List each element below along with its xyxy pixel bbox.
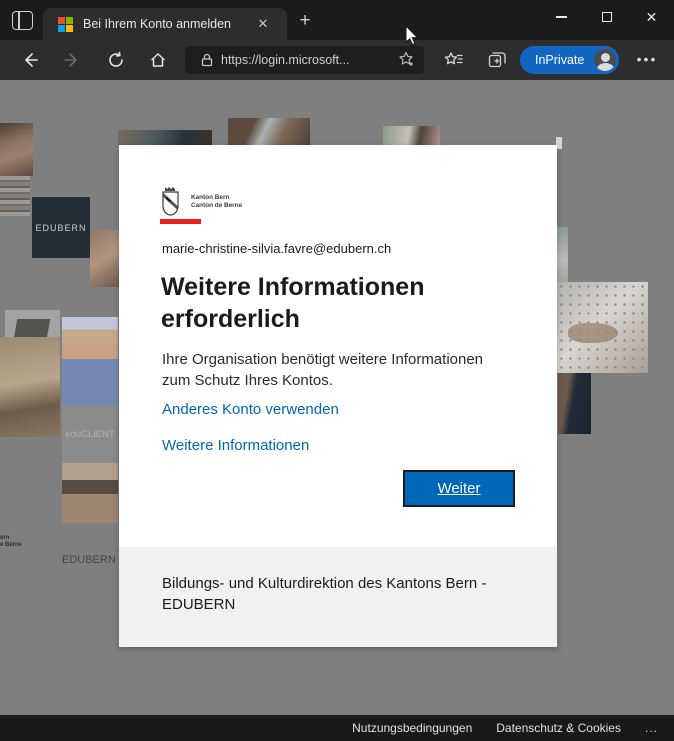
microsoft-logo-icon (58, 17, 73, 32)
user-email: marie-christine-silvia.favre@edubern.ch (162, 241, 391, 256)
title-bar: Bei Ihrem Konto anmelden ✕ + ✕ (0, 0, 674, 40)
url-text: https://login.microsoft... (221, 53, 350, 67)
photo-tile-phone (557, 282, 648, 373)
kanton-bern-red-bar (160, 219, 201, 224)
photo-tile-glasses (62, 463, 118, 523)
maximize-button[interactable] (584, 0, 629, 34)
photo-tile-family (0, 337, 60, 437)
dialog-body-text: Ihre Organisation benötigt weitere Infor… (162, 349, 514, 391)
browser-window: Bei Ihrem Konto anmelden ✕ + ✕ https://l… (0, 0, 674, 741)
address-bar[interactable]: https://login.microsoft... (185, 46, 424, 74)
reload-icon[interactable] (105, 49, 127, 71)
close-button[interactable]: ✕ (629, 0, 674, 34)
dialog-footer: Bildungs- und Kulturdirektion des Kanton… (119, 547, 557, 647)
edubern-logo-tile: EDUBERN (32, 197, 90, 258)
kanton-bern-logo-text: Kanton Bern Canton de Berne (191, 194, 242, 209)
back-icon[interactable] (19, 49, 41, 71)
add-favorite-icon[interactable] (398, 51, 415, 73)
edubern-ist-text: EDUBERN ist (62, 554, 119, 566)
favorites-icon[interactable] (442, 49, 464, 71)
new-tab-button[interactable]: + (293, 10, 317, 34)
terms-of-use-link[interactable]: Nutzungsbedingungen (352, 721, 472, 735)
weiter-button[interactable]: Weiter (403, 470, 515, 507)
settings-menu-icon[interactable]: ••• (634, 49, 660, 71)
dialog-heading: Weitere Informationen erforderlich (161, 271, 424, 335)
browser-tab[interactable]: Bei Ihrem Konto anmelden ✕ (43, 8, 287, 40)
inprivate-label: InPrivate (535, 53, 584, 67)
photo-tile-woman (90, 230, 119, 287)
home-icon[interactable] (147, 49, 169, 71)
kanton-logo-fragment: ern e Berne (0, 535, 22, 549)
organization-name: Bildungs- und Kulturdirektion des Kanton… (162, 573, 502, 615)
edubern-tile-label: EDUBERN (35, 223, 86, 233)
kanton-bern-crest-icon (161, 186, 180, 223)
photo-tile-girl (62, 317, 118, 405)
photo-tile-dark-face (558, 373, 591, 434)
tab-title: Bei Ihrem Konto anmelden (83, 17, 251, 31)
photo-tile-face (0, 123, 33, 176)
lock-icon (201, 53, 213, 67)
tab-actions-menu-icon[interactable] (12, 11, 33, 30)
profile-avatar-icon (594, 49, 616, 71)
photo-tile-person-strip (557, 227, 568, 282)
photo-tile-top-right (383, 126, 440, 145)
more-information-link[interactable]: Weitere Informationen (162, 437, 309, 454)
signin-dialog: Kanton Bern Canton de Berne marie-christ… (119, 145, 557, 647)
footer-more-options[interactable]: ... (645, 721, 658, 735)
educlient-tile-label: eduCLIENT (65, 429, 115, 440)
minimize-button[interactable] (539, 0, 584, 34)
page-background: EDUBERN eduCLIENT ern e Berne EDUBERN is… (0, 80, 674, 715)
tab-close-icon[interactable]: ✕ (253, 16, 273, 32)
photo-tile-top-middle (118, 130, 212, 145)
photo-tile-stripes (0, 176, 30, 216)
privacy-cookies-link[interactable]: Datenschutz & Cookies (496, 721, 621, 735)
educlient-tile: eduCLIENT (62, 405, 118, 463)
browser-toolbar: https://login.microsoft... InPrivate ••• (0, 40, 674, 80)
inprivate-badge[interactable]: InPrivate (520, 46, 619, 74)
window-controls: ✕ (539, 0, 674, 34)
collections-icon[interactable] (486, 49, 508, 71)
use-other-account-link[interactable]: Anderes Konto verwenden (162, 401, 339, 418)
photo-tile-two-people (228, 118, 310, 145)
forward-icon (61, 49, 83, 71)
page-footer-bar: Nutzungsbedingungen Datenschutz & Cookie… (0, 715, 674, 741)
